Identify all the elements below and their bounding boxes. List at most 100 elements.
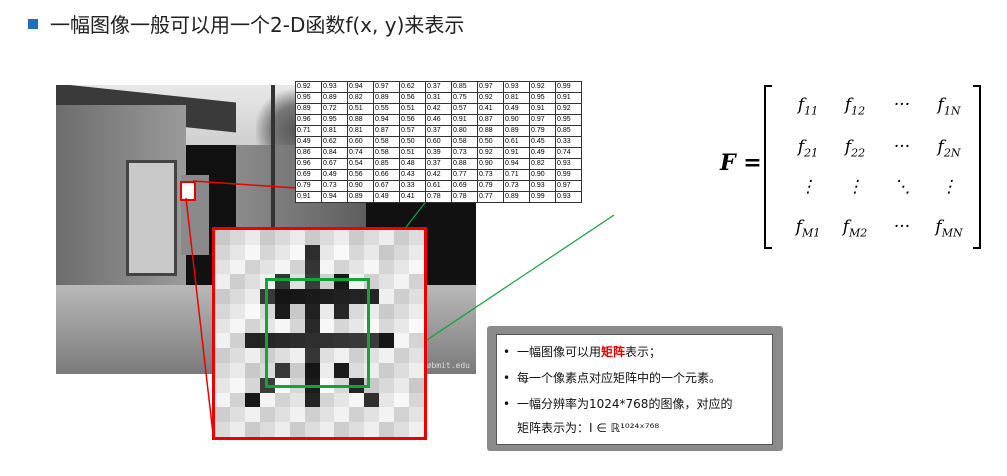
matrix-cell: 0.79 (477, 180, 504, 192)
pixel-cell (394, 422, 410, 437)
pixel-cell (349, 244, 365, 260)
matrix-cell: 0.51 (347, 103, 374, 115)
pixel-cell (379, 377, 395, 393)
matrix-cell: 0.88 (451, 158, 478, 170)
matrix-cell: 0.31 (425, 92, 452, 104)
matrix-cell: 0.58 (373, 147, 400, 159)
matrix-cell: 0.57 (399, 125, 426, 137)
pixel-cell (334, 407, 350, 423)
pixel-cell (394, 259, 410, 275)
matrix-cell: 0.92 (477, 147, 504, 159)
matrix-cell: 0.78 (425, 191, 452, 203)
matrix-cell: 0.61 (425, 180, 452, 192)
pixel-cell (215, 274, 230, 290)
matrix-cell: 0.49 (529, 147, 556, 159)
slide-heading: 一幅图像一般可以用一个2-D函数f(x, y)来表示 (28, 9, 464, 38)
matrix-row: 0.86 0.84 0.74 0.58 0.51 0.39 0.73 0.92 0.91 0.49… (295, 147, 582, 159)
matrix-cell: 0.74 (347, 147, 374, 159)
matrix-cell: 0.79 (295, 180, 322, 192)
pixel-cell (379, 348, 395, 364)
pixel-cell (409, 230, 424, 245)
pixel-cell (349, 422, 365, 437)
formula-cell: fM2 (842, 217, 868, 240)
matrix-cell: 0.94 (503, 158, 530, 170)
matrix-cell: 0.95 (321, 114, 348, 126)
pixel-cell (409, 318, 424, 334)
pixel-cell (244, 274, 260, 290)
formula-cell: f1N (937, 95, 961, 118)
matrix-cell: 0.92 (295, 81, 322, 93)
matrix-cell: 0.93 (503, 81, 530, 93)
matrix-cell: 0.90 (503, 114, 530, 126)
pixel-cell (409, 289, 424, 304)
matrix-highlight: 矩阵 (601, 345, 626, 359)
pixel-value-matrix: 0.92 0.93 0.94 0.97 0.62 0.37 0.85 0.97 0.93 0.92… (295, 81, 582, 203)
matrix-cell: 0.37 (425, 81, 452, 93)
matrix-cell: 0.97 (529, 114, 556, 126)
matrix-cell: 0.54 (347, 158, 374, 170)
formula-cell: ⋮ (799, 177, 817, 197)
pixel-cell (394, 377, 410, 393)
pixel-cell (274, 422, 290, 437)
pixel-cell (334, 422, 350, 437)
pixel-cell (274, 244, 290, 260)
pixel-cell (289, 392, 305, 408)
matrix-cell: 0.58 (373, 136, 400, 148)
pixel-cell (379, 422, 395, 437)
matrix-row: 0.92 0.93 0.94 0.97 0.62 0.37 0.85 0.97 0.93 0.92… (295, 81, 582, 93)
matrix-cell: 0.92 (555, 103, 582, 115)
selected-block-box (265, 278, 370, 388)
matrix-cell: 0.50 (399, 136, 426, 148)
pixel-cell (289, 259, 305, 275)
matrix-row: 0.89 0.72 0.51 0.55 0.51 0.42 0.57 0.41 0.49 0.91… (295, 103, 582, 115)
matrix-cell: 0.81 (503, 92, 530, 104)
matrix-cell: 0.72 (321, 103, 348, 115)
matrix-cell: 0.90 (477, 158, 504, 170)
pixel-cell (215, 422, 230, 437)
pixel-cell (394, 289, 410, 304)
pixel-cell (379, 259, 395, 275)
pixel-cell (229, 407, 245, 423)
bullet-square-icon (28, 19, 38, 29)
pixel-cell (289, 244, 305, 260)
matrix-cell: 0.85 (555, 125, 582, 137)
pixel-cell (259, 230, 275, 245)
matrix-row: 0.95 0.89 0.82 0.89 0.56 0.31 0.75 0.92 0.81 0.95… (295, 92, 582, 104)
formula-cell: ⋮ (846, 177, 864, 197)
matrix-cell: 0.89 (347, 191, 374, 203)
pixel-cell (274, 392, 290, 408)
matrix-cell: 0.86 (295, 147, 322, 159)
matrix-cell: 0.93 (555, 158, 582, 170)
matrix-cell: 0.87 (477, 114, 504, 126)
matrix-row: 0.71 0.81 0.81 0.87 0.57 0.37 0.80 0.88 0.89 0.79… (295, 125, 582, 137)
matrix-cell: 0.42 (425, 169, 452, 181)
heading-text: 一幅图像一般可以用一个2-D函数f(x, y)来表示 (50, 13, 465, 37)
matrix-formula: F = f11 f12 ··· f1N f21 f22 ··· f2N ⋮ ⋮ ⋱ ⋮ fM1 fM2 ··… (720, 85, 990, 255)
formula-cell: ··· (893, 95, 911, 115)
pixel-cell (379, 407, 395, 423)
pixel-cell (304, 244, 320, 260)
pixel-cell (394, 333, 410, 349)
matrix-cell: 0.73 (477, 169, 504, 181)
matrix-cell: 0.62 (399, 81, 426, 93)
matrix-cell: 0.97 (477, 81, 504, 93)
matrix-cell: 0.60 (425, 136, 452, 148)
matrix-cell: 0.99 (529, 191, 556, 203)
pixel-cell (259, 259, 275, 275)
matrix-cell: 0.93 (321, 81, 348, 93)
matrix-cell: 0.62 (321, 136, 348, 148)
matrix-cell: 0.95 (529, 92, 556, 104)
pixel-cell (394, 274, 410, 290)
matrix-cell: 0.84 (321, 147, 348, 159)
matrix-cell: 0.82 (529, 158, 556, 170)
pixel-cell (215, 244, 230, 260)
pixel-cell (304, 392, 320, 408)
matrix-cell: 0.89 (295, 103, 322, 115)
pixel-cell (364, 392, 380, 408)
info-item-2: • 每一个像素点对应矩阵中的一个元素。 (503, 371, 722, 385)
matrix-cell: 0.99 (555, 81, 582, 93)
pixel-cell (304, 407, 320, 423)
pixel-cell (215, 289, 230, 304)
matrix-cell: 0.56 (399, 114, 426, 126)
matrix-cell: 0.33 (399, 180, 426, 192)
